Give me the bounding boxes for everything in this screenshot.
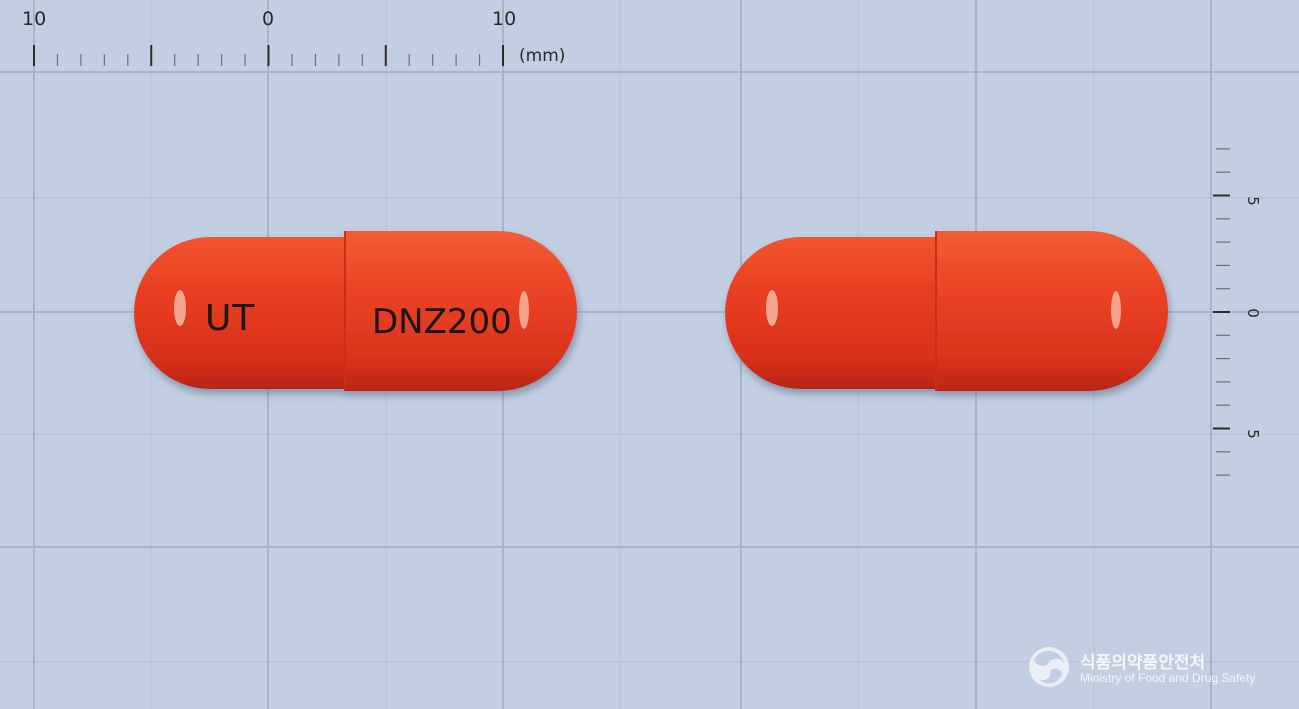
watermark-english: Ministry of Food and Drug Safety [1080,671,1256,685]
capsule-body-left [725,237,940,389]
watermark-korean: 식품의약품안전처 [1080,653,1206,673]
capsule-cap-right [936,231,1168,391]
ruler-label-right: 10 [492,8,517,30]
ruler-label-left: 10 [22,8,47,30]
top-ruler [33,45,504,66]
side-ruler-label-bottom: 5 [1244,429,1262,439]
side-ruler-label-zero: 0 [1244,308,1262,318]
capsule-back [725,231,1168,391]
pill-photo-stage: 10 0 10 (mm) 5 0 5 UT DNZ200 식품의약품안전처 Mi… [0,0,1299,709]
ruler-label-zero: 0 [262,8,275,30]
side-ruler-label-top: 5 [1244,196,1262,206]
ruler-unit: (mm) [519,46,566,66]
mfds-logo-icon [1029,647,1069,687]
capsule-imprint-cap: DNZ200 [372,302,512,342]
background-grid [0,0,1299,709]
capsule-imprint-body: UT [205,298,256,339]
